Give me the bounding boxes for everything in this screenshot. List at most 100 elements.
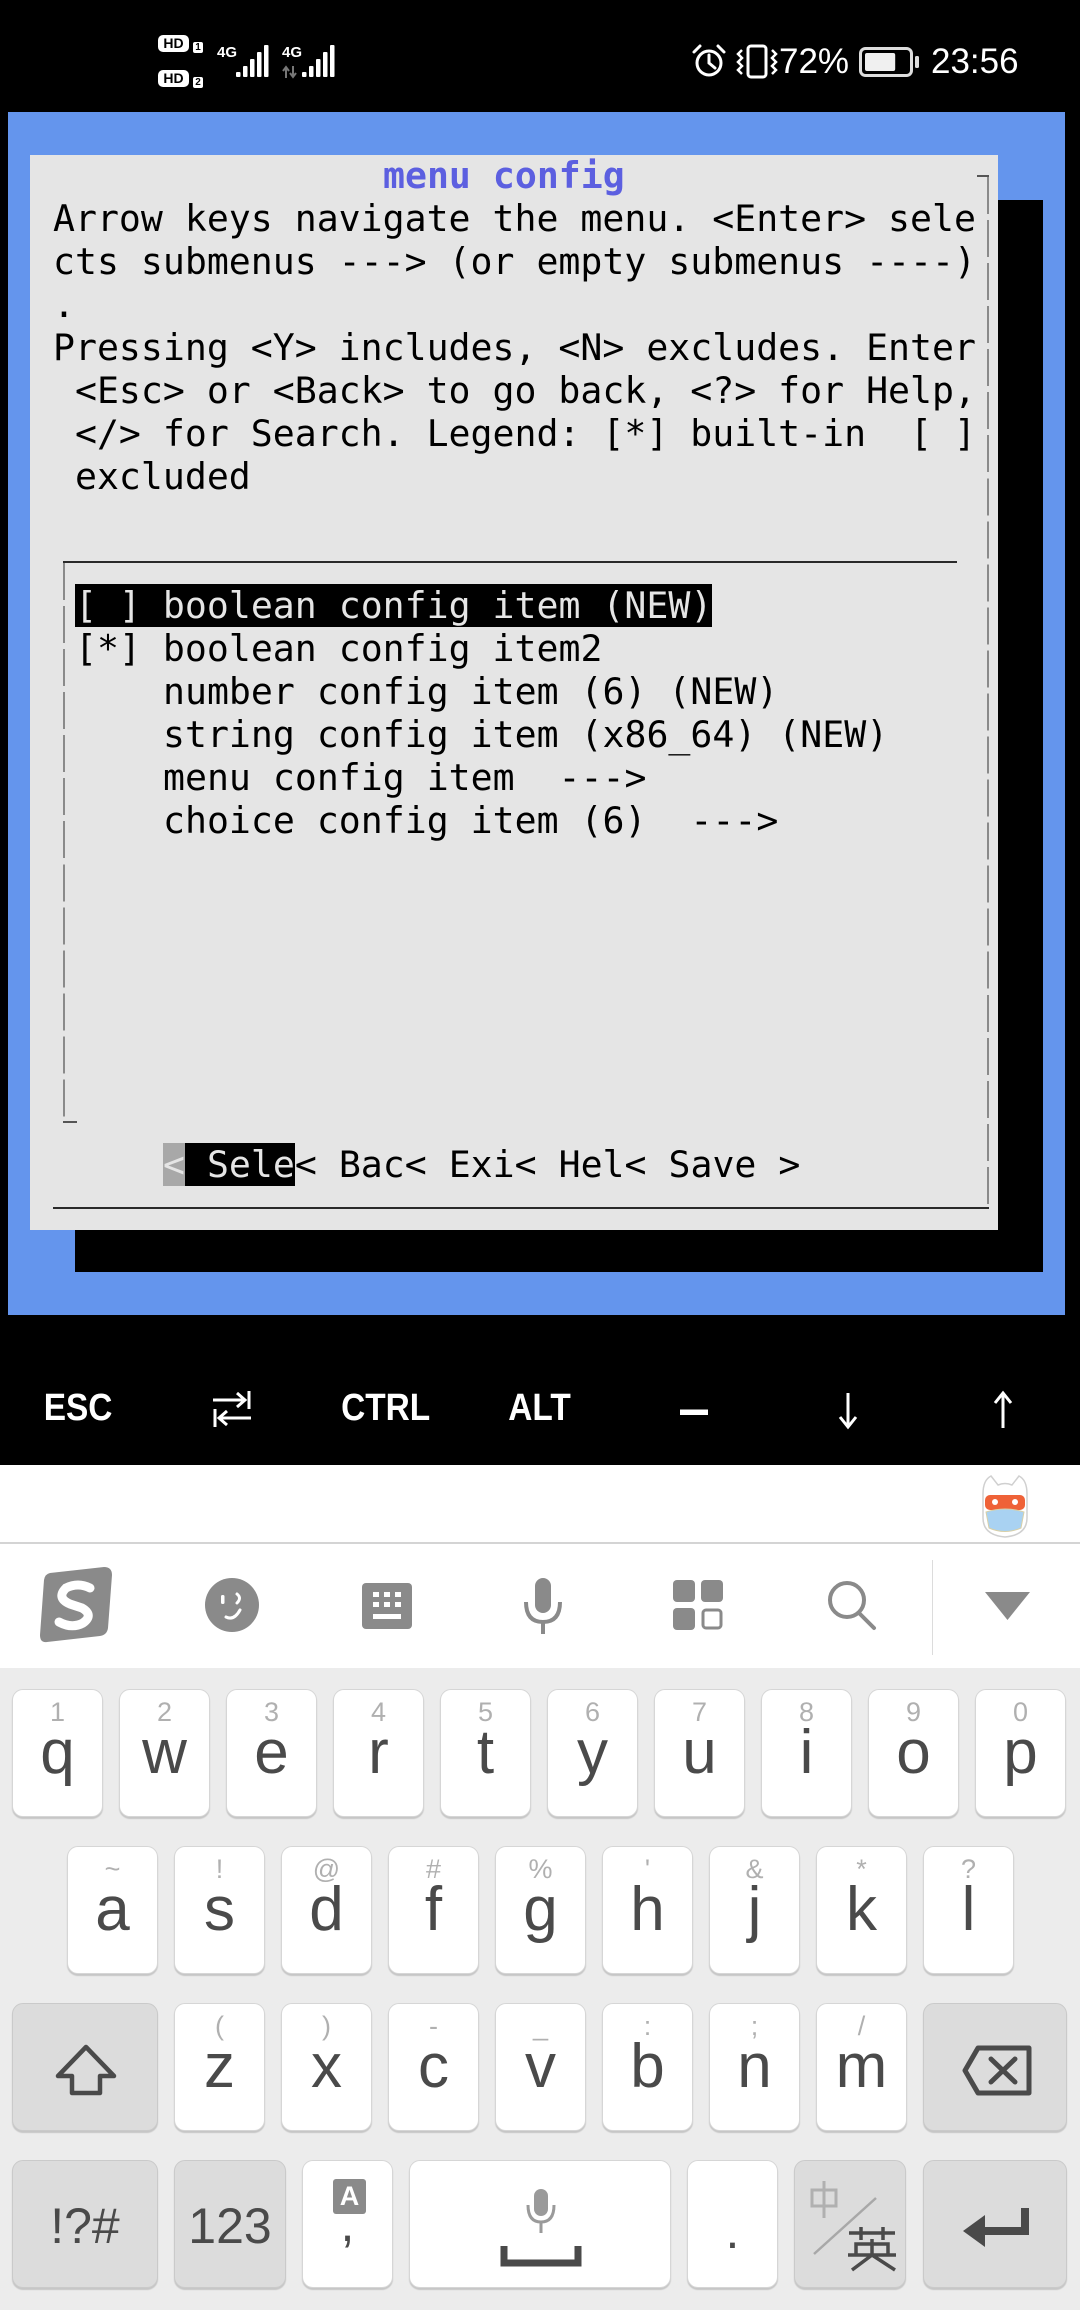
mascot-icon[interactable] xyxy=(977,1472,1033,1538)
help-text-line: . xyxy=(53,282,75,326)
help-text-line: Pressing <Y> includes, <N> excludes. Ent… xyxy=(53,325,976,369)
key-t[interactable]: 5t xyxy=(440,1689,531,1817)
key-f[interactable]: # f xyxy=(388,1846,479,1974)
key-i[interactable]: 8i xyxy=(761,1689,852,1817)
tab-key[interactable] xyxy=(155,1383,309,1433)
save-button[interactable]: < Save > xyxy=(625,1143,801,1186)
symbols-key[interactable]: !?# xyxy=(12,2160,158,2288)
shift-key[interactable] xyxy=(12,2003,158,2131)
key-l[interactable]: ? l xyxy=(923,1846,1014,1974)
key-r[interactable]: 4r xyxy=(333,1689,424,1817)
enter-icon xyxy=(963,2208,1029,2247)
period-key[interactable]: . xyxy=(687,2160,778,2288)
key-label: t xyxy=(476,1718,495,1787)
button-label: Sele xyxy=(184,1143,295,1187)
menu-item-string-config-item[interactable]: string config item (x86_64) (NEW) xyxy=(163,713,888,756)
minus-key[interactable]: ― xyxy=(617,1383,771,1433)
button-label: Exi xyxy=(426,1143,515,1187)
key-p[interactable]: 0p xyxy=(975,1689,1066,1817)
key-label: d xyxy=(309,1875,344,1944)
menu-item-label: menu config item ---> xyxy=(163,756,647,800)
key-v[interactable]: _ v xyxy=(495,2003,586,2131)
comma-key[interactable]: A , xyxy=(302,2160,393,2288)
signal-strength-icon xyxy=(302,45,335,77)
key-k[interactable]: * k xyxy=(816,1846,907,1974)
tab-swap-icon xyxy=(213,1391,251,1427)
key-o[interactable]: 9o xyxy=(868,1689,959,1817)
sogou-logo-icon[interactable] xyxy=(36,1566,116,1644)
microphone-icon[interactable] xyxy=(520,1578,566,1634)
help-button[interactable]: < Hel xyxy=(515,1143,625,1186)
arrow-down-icon xyxy=(838,1393,858,1430)
key-label: g xyxy=(523,1875,558,1944)
space-key[interactable] xyxy=(409,2160,671,2288)
key-label: c xyxy=(418,2032,449,2101)
collapse-keyboard-icon[interactable] xyxy=(985,1592,1031,1622)
menu-item-boolean-config-item2[interactable]: [*] boolean config item2 xyxy=(75,627,602,670)
key-j[interactable]: & j xyxy=(709,1846,800,1974)
key-label: . xyxy=(725,2203,740,2259)
back-button[interactable]: < Bac xyxy=(295,1143,405,1186)
key-y[interactable]: 6y xyxy=(547,1689,638,1817)
key-w[interactable]: 2w xyxy=(119,1689,210,1817)
button-bracket: < xyxy=(514,1143,537,1187)
key-u[interactable]: 7u xyxy=(654,1689,745,1817)
key-x[interactable]: ) x xyxy=(281,2003,372,2131)
key-label: y xyxy=(577,1718,608,1787)
backspace-icon xyxy=(962,2045,1032,2096)
menu-item-number-config-item[interactable]: number config item (6) (NEW) xyxy=(163,670,778,713)
checkbox[interactable]: [ ] xyxy=(75,584,141,627)
keyboard-layout-icon[interactable] xyxy=(362,1583,412,1629)
exit-button[interactable]: < Exi xyxy=(405,1143,515,1186)
menu-item-label: boolean config item (NEW) xyxy=(162,583,713,627)
help-text-line: </> for Search. Legend: [*] built-in [ ] xyxy=(53,411,976,455)
button-label: Bac xyxy=(316,1143,405,1187)
emoji-icon[interactable] xyxy=(204,1577,260,1633)
key-n[interactable]: ; n xyxy=(709,2003,800,2131)
lang-chinese-label: 中 xyxy=(809,2179,839,2223)
dialog-title: menu config xyxy=(383,153,625,197)
key-h[interactable]: ' h xyxy=(602,1846,693,1974)
arrow-up-key[interactable] xyxy=(925,1383,1079,1433)
esc-key[interactable]: ESC xyxy=(1,1383,155,1433)
button-bracket: < xyxy=(624,1143,647,1187)
key-label: !?# xyxy=(50,2198,120,2254)
key-label: w xyxy=(142,1718,187,1787)
key-label: e xyxy=(254,1718,289,1787)
key-s[interactable]: ! s xyxy=(174,1846,265,1974)
key-z[interactable]: (z xyxy=(174,2003,265,2131)
menu-item-boolean-config-item[interactable]: [ ] boolean config item (NEW) xyxy=(75,583,713,627)
key-m[interactable]: / m xyxy=(816,2003,907,2131)
key-a[interactable]: ~ a xyxy=(67,1846,158,1974)
arrow-down-key[interactable] xyxy=(771,1383,925,1433)
key-label: v xyxy=(525,2032,556,2101)
key-g[interactable]: % g xyxy=(495,1846,586,1974)
apps-grid-icon[interactable] xyxy=(673,1580,723,1630)
help-text-line: Arrow keys navigate the menu. <Enter> se… xyxy=(53,196,976,240)
ctrl-key[interactable]: CTRL xyxy=(309,1383,463,1433)
key-label: j xyxy=(747,1875,762,1944)
checkbox[interactable]: [*] xyxy=(75,627,141,670)
key-b[interactable]: :b xyxy=(602,2003,693,2131)
menu-item-menu-config-item[interactable]: menu config item ---> xyxy=(163,756,646,799)
language-switch-key[interactable]: 中 英 xyxy=(794,2160,906,2288)
key-q[interactable]: 1q xyxy=(12,1689,103,1817)
key-label: l xyxy=(961,1875,976,1944)
button-bracket: < xyxy=(163,1143,185,1187)
backspace-key[interactable] xyxy=(923,2003,1067,2131)
key-d[interactable]: @ d xyxy=(281,1846,372,1974)
status-bar: HD 1 HD 2 4G 4G 72% 23:56 xyxy=(0,0,1080,110)
sim-slot-1: 1 xyxy=(193,42,203,53)
search-icon[interactable] xyxy=(826,1580,878,1630)
hd-voice-badge-1: HD xyxy=(158,35,189,52)
key-c[interactable]: -c xyxy=(388,2003,479,2131)
hd-voice-badge-2: HD xyxy=(158,70,189,87)
enter-key[interactable] xyxy=(923,2160,1067,2288)
menu-item-label: number config item (6) (NEW) xyxy=(163,670,779,713)
select-button[interactable]: < Sele xyxy=(163,1143,295,1187)
alt-key[interactable]: ALT xyxy=(463,1383,617,1433)
numbers-key[interactable]: 123 xyxy=(174,2160,286,2288)
help-text-line: excluded xyxy=(53,454,251,498)
menu-item-choice-config-item[interactable]: choice config item (6) ---> xyxy=(163,799,778,842)
key-e[interactable]: 3e xyxy=(226,1689,317,1817)
